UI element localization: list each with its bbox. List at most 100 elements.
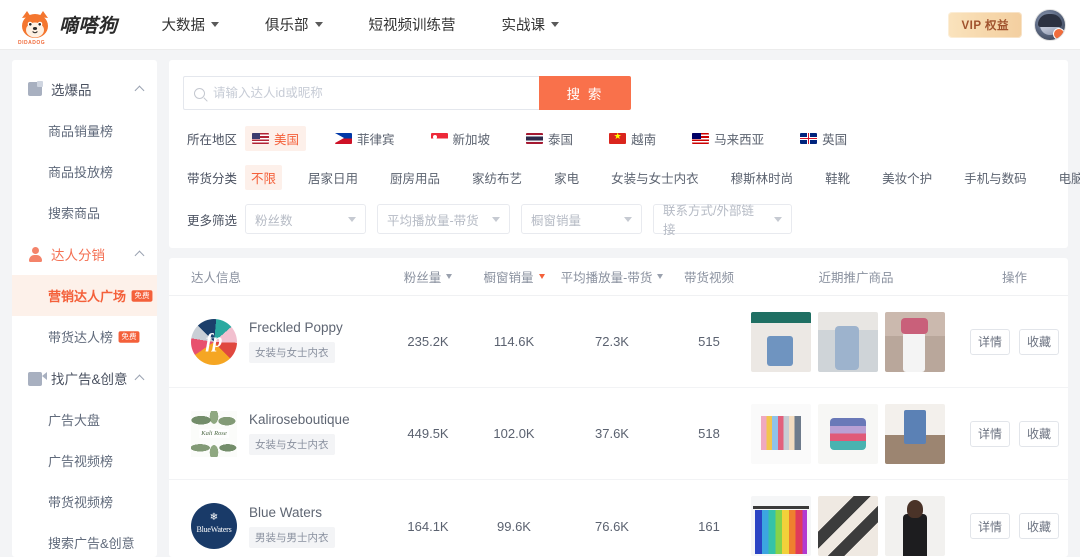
influencer-info-cell[interactable]: Kali Rose Kaliroseboutique 女装与女士内衣 (169, 411, 385, 457)
sidebar-item-label: 营销达人广场 (48, 286, 126, 305)
influencer-info-cell[interactable]: ❄ BlueWaters Blue Waters 男装与男士内衣 (169, 503, 385, 549)
select-label: 联系方式/外部链接 (663, 200, 766, 238)
category-option-computer-office[interactable]: 电脑办公 (1053, 165, 1080, 190)
sidebar-item-marketing-influencer-plaza[interactable]: 营销达人广场 免费 (12, 275, 157, 316)
product-thumbnail[interactable] (818, 496, 878, 556)
favorite-button[interactable]: 收藏 (1019, 421, 1059, 447)
region-option-uk[interactable]: 英国 (793, 126, 854, 151)
nav-item-bigdata[interactable]: 大数据 (162, 14, 220, 35)
sidebar-item-product-video-rank[interactable]: 带货视频榜 (12, 481, 157, 522)
sidebar-item-label: 带货视频榜 (48, 492, 113, 511)
shop-sales-value: 114.6K (471, 334, 557, 349)
sidebar-group-hot-products[interactable]: 选爆品 (12, 68, 157, 110)
select-label: 粉丝数 (255, 210, 293, 229)
table-row[interactable]: ❄ BlueWaters Blue Waters 男装与男士内衣 164.1K … (169, 480, 1068, 557)
influencer-info-cell[interactable]: fp Freckled Poppy 女装与女士内衣 (169, 319, 385, 365)
region-option-label: 英国 (822, 129, 847, 148)
region-option-label: 马来西亚 (714, 129, 764, 148)
brand-logo-area[interactable]: 嘀嗒狗 DIDADOG (0, 8, 118, 42)
us-flag-icon (252, 133, 269, 144)
category-option-home-daily[interactable]: 居家日用 (302, 165, 364, 190)
favorite-button[interactable]: 收藏 (1019, 329, 1059, 355)
influencer-name[interactable]: Freckled Poppy (249, 320, 343, 335)
product-thumbnail[interactable] (751, 312, 811, 372)
category-option-beauty[interactable]: 美妆个护 (876, 165, 938, 190)
select-contact-external-link[interactable]: 联系方式/外部链接 (653, 204, 792, 234)
table-row[interactable]: Kali Rose Kaliroseboutique 女装与女士内衣 449.5… (169, 388, 1068, 480)
recent-products-cell (751, 404, 961, 464)
category-option-womenswear[interactable]: 女装与女士内衣 (605, 165, 705, 190)
row-actions: 详情 收藏 (961, 329, 1068, 355)
main-content: 搜 索 所在地区 美国 菲律宾 新加坡 (169, 60, 1068, 557)
category-options: 不限 居家日用 厨房用品 家纺布艺 家电 女装与女士内衣 穆斯林时尚 鞋靴 美妆… (245, 165, 1080, 190)
product-thumbnail[interactable] (885, 496, 945, 556)
column-header-avg-play[interactable]: 平均播放量-带货 (557, 267, 667, 286)
category-option-appliances[interactable]: 家电 (548, 165, 585, 190)
region-option-singapore[interactable]: 新加坡 (424, 126, 498, 151)
column-header-recent-products: 近期推广商品 (751, 267, 961, 286)
sidebar-item-ad-video-rank[interactable]: 广告视频榜 (12, 440, 157, 481)
category-option-kitchen[interactable]: 厨房用品 (384, 165, 446, 190)
video-count-value: 161 (667, 519, 751, 534)
favorite-button[interactable]: 收藏 (1019, 513, 1059, 539)
column-header-influencer-info: 达人信息 (169, 267, 385, 286)
dog-logo-icon (18, 8, 52, 42)
more-filters-label: 更多筛选 (183, 210, 245, 229)
fans-value: 164.1K (385, 519, 471, 534)
vip-badge[interactable]: VIP 权益 (948, 12, 1022, 38)
sidebar-item-ad-overview[interactable]: 广告大盘 (12, 399, 157, 440)
column-header-avg-play-label: 平均播放量-带货 (561, 267, 653, 286)
region-option-vietnam[interactable]: 越南 (602, 126, 663, 151)
category-option-shoes[interactable]: 鞋靴 (819, 165, 856, 190)
detail-button[interactable]: 详情 (970, 329, 1010, 355)
product-thumbnail[interactable] (885, 404, 945, 464)
sidebar-item-product-ad-rank[interactable]: 商品投放榜 (12, 151, 157, 192)
region-option-philippines[interactable]: 菲律宾 (328, 126, 402, 151)
fans-value: 235.2K (385, 334, 471, 349)
detail-button[interactable]: 详情 (970, 421, 1010, 447)
region-option-label: 美国 (274, 129, 299, 148)
influencer-name[interactable]: Blue Waters (249, 505, 335, 520)
sidebar-item-search-ads-creatives[interactable]: 搜索广告&创意 (12, 522, 157, 557)
search-button[interactable]: 搜 索 (539, 76, 631, 110)
nav-item-practical-course[interactable]: 实战课 (502, 14, 560, 35)
sidebar-item-search-products[interactable]: 搜索商品 (12, 192, 157, 233)
product-thumbnail[interactable] (751, 496, 811, 556)
column-header-shop-sales[interactable]: 橱窗销量 (471, 267, 557, 286)
user-avatar[interactable] (1034, 9, 1066, 41)
sidebar-group-influencer-distribution[interactable]: 达人分销 (12, 233, 157, 275)
detail-button[interactable]: 详情 (970, 513, 1010, 539)
influencer-name[interactable]: Kaliroseboutique (249, 412, 350, 427)
row-actions: 详情 收藏 (961, 513, 1068, 539)
select-shop-sales[interactable]: 橱窗销量 (521, 204, 642, 234)
search-icon (194, 88, 205, 99)
category-option-all[interactable]: 不限 (245, 165, 282, 190)
search-input[interactable] (213, 86, 539, 100)
table-row[interactable]: fp Freckled Poppy 女装与女士内衣 235.2K 114.6K … (169, 296, 1068, 388)
region-option-thailand[interactable]: 泰国 (519, 126, 580, 151)
select-follower-count[interactable]: 粉丝数 (245, 204, 366, 234)
column-header-fans[interactable]: 粉丝量 (385, 267, 471, 286)
product-thumbnail[interactable] (818, 404, 878, 464)
nav-item-training-camp[interactable]: 短视频训练营 (369, 14, 456, 35)
sidebar-item-influencer-rank[interactable]: 带货达人榜 免费 (12, 316, 157, 357)
category-option-muslim-fashion[interactable]: 穆斯林时尚 (725, 165, 800, 190)
select-avg-play[interactable]: 平均播放量-带货 (377, 204, 510, 234)
column-header-shop-sales-label: 橱窗销量 (483, 267, 533, 286)
region-option-malaysia[interactable]: 马来西亚 (685, 126, 771, 151)
search-box[interactable] (183, 76, 539, 110)
nav-item-club[interactable]: 俱乐部 (265, 14, 323, 35)
sidebar-item-product-sales-rank[interactable]: 商品销量榜 (12, 110, 157, 151)
sidebar-group-find-ads-creatives[interactable]: 找广告&创意 (12, 357, 157, 399)
category-option-textiles[interactable]: 家纺布艺 (466, 165, 528, 190)
sidebar: 选爆品 商品销量榜 商品投放榜 搜索商品 达人分销 营销达人广场 免费 带货达人… (12, 60, 157, 557)
region-filter-label: 所在地区 (183, 129, 245, 148)
product-thumbnail[interactable] (818, 312, 878, 372)
region-option-us[interactable]: 美国 (245, 126, 306, 151)
sidebar-item-label: 搜索广告&创意 (48, 533, 135, 552)
nav-item-training-camp-label: 短视频训练营 (369, 14, 456, 35)
category-option-phones-digital[interactable]: 手机与数码 (958, 165, 1033, 190)
document-icon (28, 82, 42, 96)
product-thumbnail[interactable] (751, 404, 811, 464)
product-thumbnail[interactable] (885, 312, 945, 372)
